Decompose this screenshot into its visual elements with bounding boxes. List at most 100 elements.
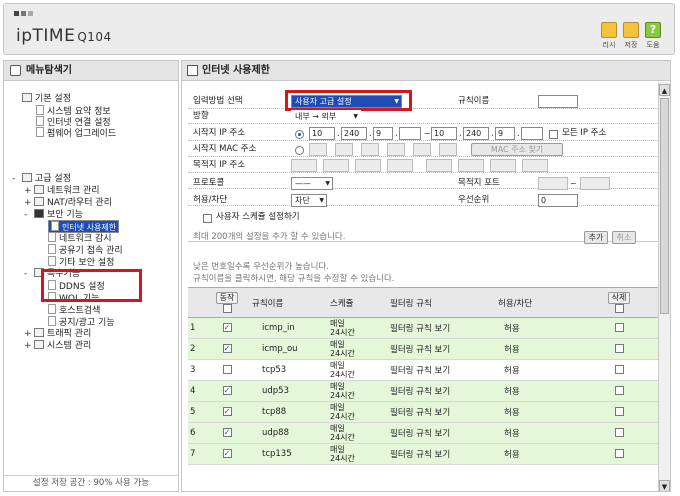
src-ip-to-4[interactable]	[521, 127, 543, 140]
src-ip-to-3[interactable]: 9	[495, 127, 515, 140]
tree-firmware-upgrade[interactable]: 펌웨어 업그레이드	[36, 127, 116, 140]
row-number: 1	[188, 317, 202, 339]
filter-rule-link[interactable]: 필터링 규칙 보기	[390, 443, 498, 465]
vertical-scrollbar[interactable]: ▲ ▼	[658, 82, 670, 491]
row-delete-checkbox[interactable]	[614, 323, 624, 332]
src-ip-1[interactable]: 10	[309, 127, 335, 140]
dst-ip-3[interactable]	[355, 159, 381, 172]
priority-input[interactable]: 0	[538, 194, 578, 207]
mac-find-button[interactable]: MAC 주소 찾기	[471, 143, 563, 156]
filter-rule-link[interactable]: 필터링 규칙 보기	[390, 359, 498, 381]
dst-ip-to-3[interactable]	[490, 159, 516, 172]
mac-4[interactable]	[387, 143, 405, 156]
rule-name-link[interactable]: udp53	[252, 380, 330, 402]
cancel-button[interactable]: 취소	[612, 231, 636, 244]
src-ip-to-2[interactable]: 240	[463, 127, 489, 140]
row-delete-checkbox[interactable]	[614, 449, 624, 458]
app-header: ipTIME Q104 리시 저장 ? 도움	[3, 3, 675, 55]
row-delete-checkbox[interactable]	[614, 365, 624, 374]
allow-block-select[interactable]: 차단 ▼	[291, 194, 327, 207]
dst-ip-4[interactable]	[387, 159, 413, 172]
allow-block-value: 허용	[498, 443, 580, 465]
rule-name-link[interactable]: udp88	[252, 422, 330, 444]
rule-name-link[interactable]: icmp_ou	[252, 338, 330, 360]
row-enable-checkbox[interactable]: ✓	[222, 428, 232, 437]
row-number: 5	[188, 401, 202, 423]
src-ip-2[interactable]: 240	[341, 127, 367, 140]
add-button[interactable]: 추가	[584, 231, 608, 244]
dst-ip-to-4[interactable]	[522, 159, 548, 172]
row-delete-checkbox[interactable]	[614, 386, 624, 395]
refresh-icon	[601, 22, 617, 38]
dst-port-to[interactable]	[580, 177, 610, 190]
mac-5[interactable]	[413, 143, 431, 156]
row-enable-checkbox[interactable]	[222, 365, 232, 374]
page-icon	[48, 316, 56, 326]
filter-rule-link[interactable]: 필터링 규칙 보기	[390, 317, 498, 339]
refresh-button[interactable]: 리시	[600, 22, 618, 50]
rule-name-link[interactable]: icmp_in	[252, 317, 330, 339]
tree-basic-settings[interactable]: 기본 설정	[22, 93, 71, 105]
dst-ip-to-1[interactable]	[426, 159, 452, 172]
table-row: 3 tcp53 매일 24시간 필터링 규칙 보기 허용	[188, 359, 658, 381]
tree-nat-router[interactable]: + NAT/라우터 관리	[24, 197, 112, 209]
internet-restriction-panel: 인터넷 사용제한 ▲ ▼ 입력방법 선택 사용자 고급 설정 ▼ 규칙이름 방향 …	[181, 60, 671, 492]
mac-3[interactable]	[361, 143, 379, 156]
tree-advanced-settings[interactable]: - 고급 설정	[12, 173, 71, 185]
dst-ip-1[interactable]	[291, 159, 317, 172]
src-mac-label: 시작지 MAC 주소	[193, 144, 257, 154]
row-enable-checkbox[interactable]: ✓	[222, 323, 232, 332]
lock-icon	[34, 209, 44, 218]
select-all-checkbox[interactable]	[222, 303, 232, 313]
row-delete-checkbox[interactable]	[614, 428, 624, 437]
src-ip-to-1[interactable]: 10	[431, 127, 457, 140]
delete-header-button[interactable]: 삭제	[607, 291, 631, 304]
src-ip-4[interactable]	[399, 127, 421, 140]
filter-rule-link[interactable]: 필터링 규칙 보기	[390, 380, 498, 402]
rule-name-input[interactable]	[538, 95, 578, 108]
filter-rule-link[interactable]: 필터링 규칙 보기	[390, 401, 498, 423]
explorer-icon	[10, 65, 21, 76]
filter-rule-link[interactable]: 필터링 규칙 보기	[390, 422, 498, 444]
src-mac-radio[interactable]	[295, 146, 304, 155]
row-number: 2	[188, 338, 202, 360]
row-number: 4	[188, 380, 202, 402]
priority-note: 낮은 번호일수록 우선순위가 높습니다.	[193, 262, 329, 272]
dst-ip-2[interactable]	[323, 159, 349, 172]
rule-name-link[interactable]: tcp53	[252, 359, 330, 381]
row-enable-checkbox[interactable]: ✓	[222, 449, 232, 458]
mac-6[interactable]	[439, 143, 457, 156]
dst-ip-to-2[interactable]	[458, 159, 484, 172]
schedule-checkbox[interactable]	[203, 214, 212, 223]
row-delete-checkbox[interactable]	[614, 344, 624, 353]
protocol-select[interactable]: —— ▼	[291, 177, 333, 190]
scroll-thumb[interactable]	[660, 98, 669, 314]
all-ip-checkbox[interactable]	[549, 130, 558, 139]
mac-2[interactable]	[335, 143, 353, 156]
row-enable-checkbox[interactable]: ✓	[222, 344, 232, 353]
mac-1[interactable]	[309, 143, 327, 156]
collapse-icon: -	[24, 269, 28, 279]
dst-port-from[interactable]	[538, 177, 568, 190]
scroll-down-icon[interactable]: ▼	[659, 480, 670, 491]
action-header-button[interactable]: 동작	[215, 291, 239, 304]
storage-footer: 설정 저장 공간 : 90% 사용 가능	[4, 475, 178, 491]
tree-traffic[interactable]: + 트래픽 관리	[24, 328, 91, 340]
tree-network-mgmt[interactable]: + 네트워크 관리	[24, 185, 100, 197]
row-enable-checkbox[interactable]: ✓	[222, 386, 232, 395]
folder-icon	[22, 93, 32, 102]
tree-system-mgmt[interactable]: + 시스템 관리	[24, 340, 91, 352]
row-delete-checkbox[interactable]	[614, 407, 624, 416]
direction-select[interactable]: 내부 → 외부 ▼	[291, 110, 361, 123]
rule-name-link[interactable]: tcp88	[252, 401, 330, 423]
rule-name-link[interactable]: tcp135	[252, 443, 330, 465]
priority-label: 우선순위	[458, 195, 490, 205]
filter-rule-link[interactable]: 필터링 규칙 보기	[390, 338, 498, 360]
help-button[interactable]: ? 도움	[644, 22, 662, 50]
src-ip-3[interactable]: 9	[373, 127, 393, 140]
scroll-up-icon[interactable]: ▲	[659, 84, 670, 96]
row-enable-checkbox[interactable]: ✓	[222, 407, 232, 416]
delete-all-checkbox[interactable]	[614, 303, 624, 313]
src-ip-radio[interactable]	[295, 130, 304, 139]
save-button[interactable]: 저장	[622, 22, 640, 50]
